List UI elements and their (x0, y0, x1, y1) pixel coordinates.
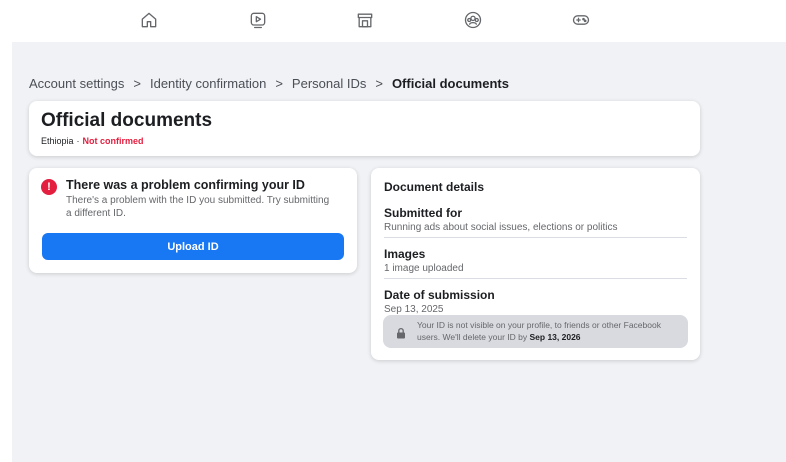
problem-text: There was a problem confirming your ID T… (66, 178, 336, 220)
groups-icon[interactable] (461, 8, 485, 32)
breadcrumb: Account settings > Identity confirmation… (29, 76, 509, 91)
detail-label: Date of submission (384, 288, 495, 302)
page-header-card: Official documents Ethiopia · Not confirme… (29, 101, 700, 156)
id-problem-card: ! There was a problem confirming your ID… (29, 168, 357, 273)
breadcrumb-account-settings[interactable]: Account settings (29, 76, 124, 91)
lock-icon (395, 326, 407, 338)
detail-label: Images (384, 247, 426, 261)
country-label: Ethiopia (41, 136, 74, 146)
marketplace-icon[interactable] (353, 8, 377, 32)
gaming-icon[interactable] (569, 8, 593, 32)
breadcrumb-separator-icon: > (375, 76, 383, 91)
alert-icon: ! (41, 179, 57, 195)
video-icon[interactable] (246, 8, 270, 32)
detail-value: Running ads about social issues, electio… (384, 222, 618, 233)
page-title: Official documents (41, 110, 213, 131)
problem-description: There's a problem with the ID you submit… (66, 195, 330, 219)
breadcrumb-official-documents: Official documents (391, 76, 509, 91)
breadcrumb-personal-ids[interactable]: Personal IDs (292, 76, 366, 91)
detail-value: 1 image uploaded (384, 263, 464, 274)
document-details-card: Document details Submitted for Running a… (371, 168, 700, 360)
document-status-line: Ethiopia · Not confirmed (41, 136, 688, 146)
detail-label: Submitted for (384, 206, 462, 220)
breadcrumb-separator-icon: > (275, 76, 283, 91)
privacy-notice-text: Your ID is not visible on your profile, … (417, 320, 676, 343)
breadcrumb-identity-confirmation[interactable]: Identity confirmation (150, 76, 266, 91)
details-title: Document details (384, 180, 485, 194)
divider (384, 278, 687, 279)
status-badge: Not confirmed (82, 136, 144, 146)
main-content: Account settings > Identity confirmation… (12, 42, 786, 462)
home-icon[interactable] (137, 8, 161, 32)
detail-row-date-of-submission: Date of submission Sep 13, 2025 (384, 288, 687, 316)
problem-header: ! There was a problem confirming your ID… (41, 178, 345, 220)
privacy-notice: Your ID is not visible on your profile, … (383, 315, 688, 348)
upload-id-button[interactable]: Upload ID (42, 233, 344, 260)
separator-dot: · (76, 136, 80, 146)
detail-row-submitted-for: Submitted for Running ads about social i… (384, 206, 687, 234)
breadcrumb-separator-icon: > (133, 76, 141, 91)
divider (384, 237, 687, 238)
top-navigation-bar (0, 0, 786, 42)
detail-row-images: Images 1 image uploaded (384, 247, 687, 275)
problem-title: There was a problem confirming your ID (66, 178, 305, 192)
deletion-date: Sep 13, 2026 (529, 331, 581, 342)
